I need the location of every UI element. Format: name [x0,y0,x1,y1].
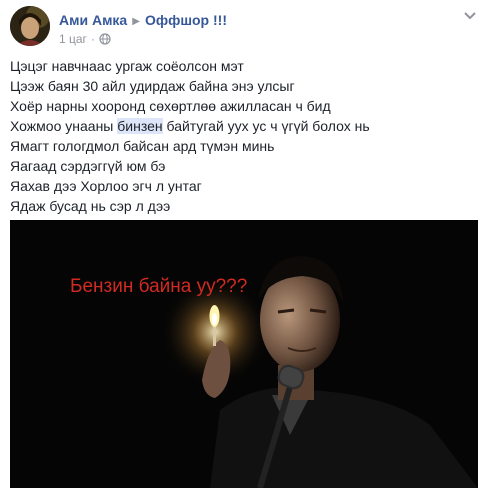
right-triangle-icon: ▶ [132,16,140,27]
post-meta: 1 цаг · [59,32,111,48]
post-line: Яахав дээ Хорлоо эгч л унтаг [10,178,202,194]
highlighted-word: бинзен [117,118,163,134]
post-line: Ядаж бусад нь сэр л дээ [10,198,171,214]
post-text: Цэцэг навчнаас ургаж соёолсон мэт Цээж б… [10,56,480,216]
post-line-part: Хожмоо унааны [10,118,118,134]
image-caption: Бензин байна уу??? [70,276,248,297]
post-photo [10,220,478,488]
post-line: Ямагт гологдмол байсан ард түмэн минь [10,138,275,154]
avatar-image [10,6,50,46]
post-line: Цээж баян 30 айл удирдаж байна энэ улсыг [10,78,295,94]
meta-separator: · [90,32,95,46]
post-line-part: байтугай уух ус ч үгүй болох нь [162,118,370,134]
post-image[interactable]: Бензин байна уу??? [10,220,478,488]
post-line: Хоёр нарны хооронд сөхөртлөө ажилласан ч… [10,98,331,114]
post-line-highlighted: Хожмоо унааны бинзен байтугай уух ус ч ү… [10,116,480,136]
post-line: Цэцэг навчнаас ургаж соёолсон мэт [10,58,244,74]
post-header: Ами Амка ▶ Оффшор !!! 1 цаг · [10,6,480,48]
author-line: Ами Амка ▶ Оффшор !!! [59,12,227,28]
avatar[interactable] [10,6,50,46]
group-name-link[interactable]: Оффшор !!! [145,12,227,28]
chevron-down-icon[interactable] [460,8,480,24]
post-timestamp[interactable]: 1 цаг [59,32,87,46]
post-line: Яагаад сэрдэггүй юм бэ [10,158,166,174]
author-name-link[interactable]: Ами Амка [59,12,127,28]
globe-icon[interactable] [99,33,111,48]
